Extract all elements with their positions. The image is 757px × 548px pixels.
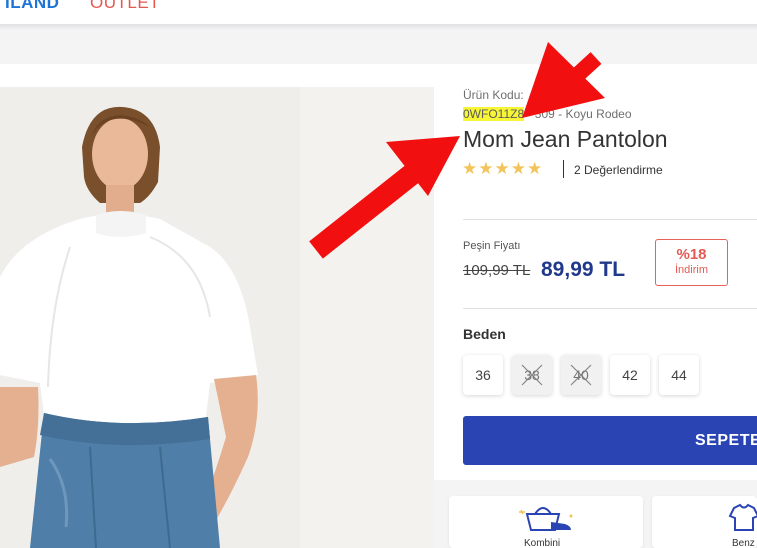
discount-percent: %18 — [676, 246, 707, 263]
rating-count-link[interactable]: 2 Değerlendirme — [574, 163, 663, 177]
nav-item-brand[interactable]: ILAND — [5, 0, 59, 13]
product-code-line: 0WFO11Z8 - 309 - Koyu Rodeo — [463, 107, 632, 121]
discount-label: İndirim — [674, 264, 708, 276]
product-title: Mom Jean Pantolon — [463, 126, 668, 152]
size-option-42[interactable]: 42 — [610, 355, 650, 395]
basket-shoe-icon — [519, 507, 573, 531]
nav-shadow — [0, 24, 757, 30]
tile-benzer-label: Benz — [732, 538, 755, 548]
rating-divider — [563, 160, 564, 178]
rating-stars[interactable]: ★★★★★ — [462, 159, 543, 179]
size-label: 38 — [524, 367, 540, 383]
discount-badge: %18 İndirim — [655, 239, 728, 286]
product-photo[interactable] — [0, 87, 434, 548]
nav-item-outlet[interactable]: OUTLET — [90, 0, 160, 13]
product-code-highlighted: 0WFO11Z8 — [463, 107, 525, 121]
size-section-title: Beden — [463, 326, 506, 342]
new-price: 89,99 TL — [541, 258, 626, 281]
size-option-36[interactable]: 36 — [463, 355, 503, 395]
product-code-suffix: - 309 - Koyu Rodeo — [524, 107, 632, 121]
tshirt-icon — [728, 503, 757, 531]
tile-kombini-label: Kombini — [524, 538, 561, 548]
tile-benzer[interactable]: Benz — [652, 496, 757, 548]
size-option-44[interactable]: 44 — [659, 355, 699, 395]
size-option-40[interactable]: 40 — [561, 355, 601, 395]
add-to-cart-button[interactable]: SEPETE — [463, 416, 757, 465]
old-price: 109,99 TL — [463, 262, 531, 279]
tile-kombini[interactable]: Kombini — [449, 496, 643, 548]
size-option-38[interactable]: 38 — [512, 355, 552, 395]
product-code-label: Ürün Kodu: — [463, 88, 524, 102]
price-label: Peşin Fiyatı — [463, 240, 521, 252]
divider-top — [463, 219, 757, 220]
divider-bottom — [463, 308, 757, 309]
size-label: 40 — [573, 367, 589, 383]
model-photo-illustration — [0, 87, 434, 548]
top-nav: ILAND OUTLET — [0, 0, 757, 24]
